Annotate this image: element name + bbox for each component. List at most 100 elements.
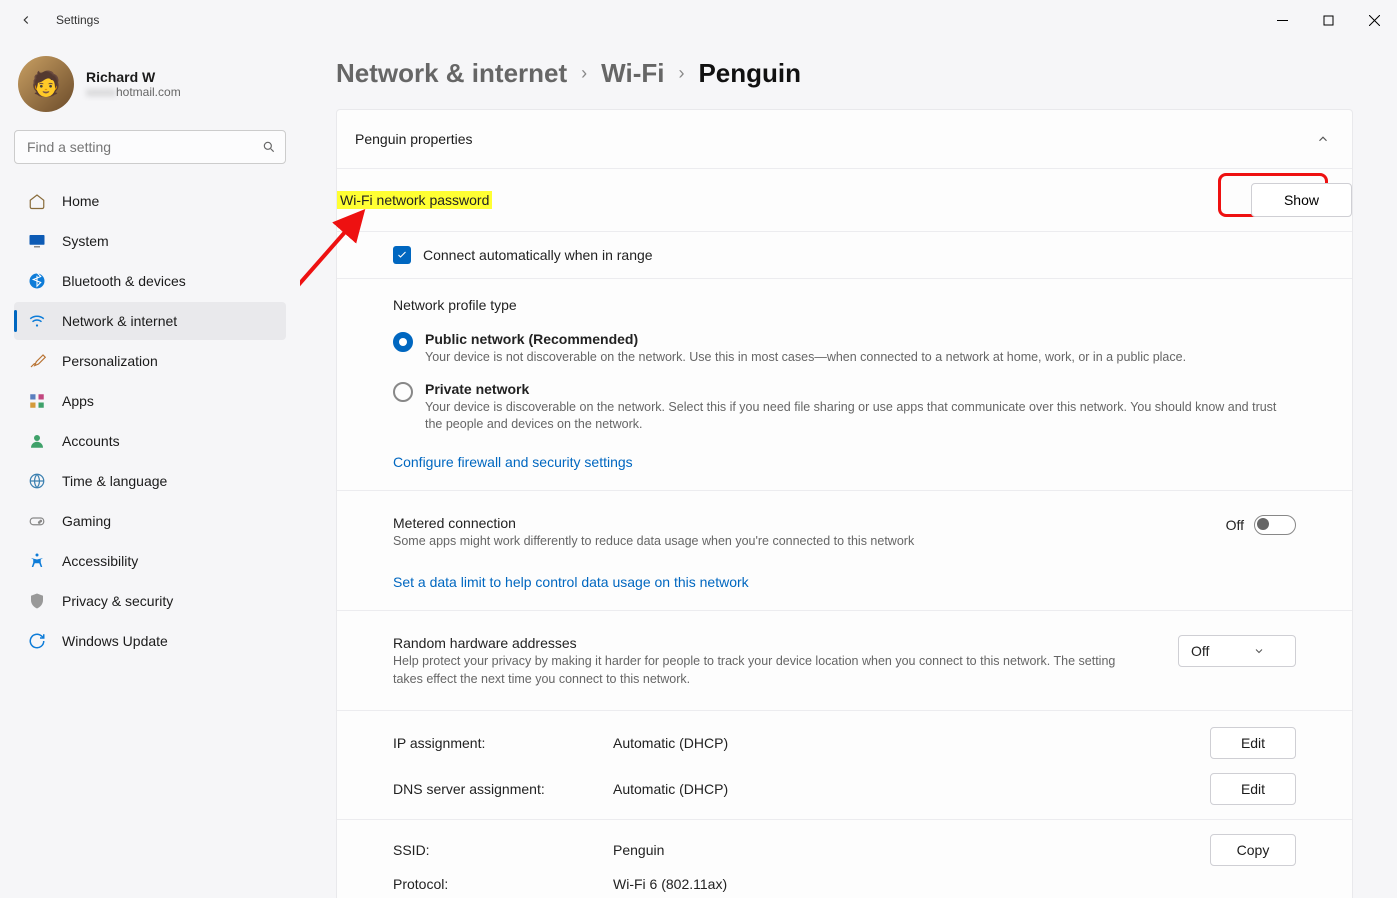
nav-label: Accounts <box>62 433 120 449</box>
person-icon <box>28 432 46 450</box>
protocol-value: Wi-Fi 6 (802.11ax) <box>613 876 1196 892</box>
radio-public[interactable]: Public network (Recommended) Your device… <box>393 331 1296 367</box>
nav-network[interactable]: Network & internet <box>14 302 286 340</box>
nav-label: Bluetooth & devices <box>62 273 186 289</box>
brush-icon <box>28 352 46 370</box>
nav-home[interactable]: Home <box>14 182 286 220</box>
ssid-label: SSID: <box>393 842 613 858</box>
radio-private-input[interactable] <box>393 382 413 402</box>
chevron-right-icon: › <box>678 63 684 85</box>
metered-toggle[interactable] <box>1254 515 1296 535</box>
search-icon <box>262 140 276 154</box>
nav-personalization[interactable]: Personalization <box>14 342 286 380</box>
connect-auto-checkbox[interactable] <box>393 246 411 264</box>
dns-edit-button[interactable]: Edit <box>1210 773 1296 805</box>
radio-public-desc: Your device is not discoverable on the n… <box>425 349 1296 367</box>
breadcrumb-wifi[interactable]: Wi-Fi <box>601 58 664 89</box>
user-email: xxxxxhotmail.com <box>86 85 181 99</box>
accessibility-icon <box>28 552 46 570</box>
ip-value: Automatic (DHCP) <box>613 735 1196 751</box>
dns-value: Automatic (DHCP) <box>613 781 1196 797</box>
details-grid: SSID: Penguin Copy Protocol: Wi-Fi 6 (80… <box>337 820 1352 898</box>
properties-card: Penguin properties Wi-Fi network passwor… <box>336 109 1353 898</box>
radio-private-desc: Your device is discoverable on the netwo… <box>425 399 1296 434</box>
random-hw-desc: Help protect your privacy by making it h… <box>393 653 1148 688</box>
nav-time[interactable]: Time & language <box>14 462 286 500</box>
system-icon <box>28 232 46 250</box>
nav-gaming[interactable]: Gaming <box>14 502 286 540</box>
metered-desc: Some apps might work differently to redu… <box>393 533 1226 551</box>
nav-label: Gaming <box>62 513 111 529</box>
maximize-button[interactable] <box>1305 0 1351 40</box>
bluetooth-icon <box>28 272 46 290</box>
random-hw-select[interactable]: Off <box>1178 635 1296 667</box>
firewall-link[interactable]: Configure firewall and security settings <box>393 454 633 470</box>
breadcrumb-network[interactable]: Network & internet <box>336 58 567 89</box>
ip-edit-button[interactable]: Edit <box>1210 727 1296 759</box>
metered-state: Off <box>1226 517 1244 533</box>
nav-bluetooth[interactable]: Bluetooth & devices <box>14 262 286 300</box>
back-button[interactable] <box>14 8 38 32</box>
nav-label: Network & internet <box>62 313 177 329</box>
ssid-value: Penguin <box>613 842 1196 858</box>
profile-type-heading: Network profile type <box>393 297 1296 313</box>
copy-button[interactable]: Copy <box>1210 834 1296 866</box>
nav-label: Home <box>62 193 99 209</box>
close-button[interactable] <box>1351 0 1397 40</box>
show-password-button[interactable]: Show <box>1251 183 1352 217</box>
update-icon <box>28 632 46 650</box>
chevron-down-icon <box>1253 645 1265 657</box>
nav: Home System Bluetooth & devices Network … <box>14 182 286 660</box>
user-name: Richard W <box>86 69 181 85</box>
ip-label: IP assignment: <box>393 735 613 751</box>
assignment-grid: IP assignment: Automatic (DHCP) Edit DNS… <box>337 711 1352 819</box>
radio-private[interactable]: Private network Your device is discovera… <box>393 381 1296 434</box>
nav-label: Time & language <box>62 473 167 489</box>
radio-public-input[interactable] <box>393 332 413 352</box>
nav-system[interactable]: System <box>14 222 286 260</box>
connect-auto-label: Connect automatically when in range <box>423 247 653 263</box>
window-controls <box>1259 0 1397 40</box>
password-label: Wi-Fi network password <box>337 191 492 209</box>
apps-icon <box>28 392 46 410</box>
nav-label: Accessibility <box>62 553 138 569</box>
nav-privacy[interactable]: Privacy & security <box>14 582 286 620</box>
data-limit-link[interactable]: Set a data limit to help control data us… <box>393 574 749 590</box>
nav-accessibility[interactable]: Accessibility <box>14 542 286 580</box>
properties-header[interactable]: Penguin properties <box>337 110 1352 168</box>
nav-label: Privacy & security <box>62 593 173 609</box>
radio-public-label: Public network (Recommended) <box>425 331 1296 347</box>
protocol-label: Protocol: <box>393 876 613 892</box>
password-row: Wi-Fi network password Show <box>337 169 1352 231</box>
nav-update[interactable]: Windows Update <box>14 622 286 660</box>
nav-label: Apps <box>62 393 94 409</box>
home-icon <box>28 192 46 210</box>
nav-apps[interactable]: Apps <box>14 382 286 420</box>
main-pane: Network & internet › Wi-Fi › Penguin Pen… <box>300 40 1397 898</box>
minimize-button[interactable] <box>1259 0 1305 40</box>
nav-accounts[interactable]: Accounts <box>14 422 286 460</box>
properties-title: Penguin properties <box>355 131 473 147</box>
nav-label: Personalization <box>62 353 158 369</box>
metered-heading: Metered connection <box>393 515 1226 531</box>
nav-label: System <box>62 233 109 249</box>
user-block[interactable]: 🧑 Richard W xxxxxhotmail.com <box>14 52 286 130</box>
gaming-icon <box>28 512 46 530</box>
dns-label: DNS server assignment: <box>393 781 613 797</box>
globe-icon <box>28 472 46 490</box>
random-hw-heading: Random hardware addresses <box>393 635 1148 651</box>
random-hw-value: Off <box>1191 643 1209 659</box>
window-title: Settings <box>56 13 99 27</box>
profile-type-section: Network profile type Public network (Rec… <box>337 279 1352 490</box>
chevron-right-icon: › <box>581 63 587 85</box>
radio-private-label: Private network <box>425 381 1296 397</box>
chevron-up-icon <box>1316 132 1330 146</box>
shield-icon <box>28 592 46 610</box>
breadcrumb: Network & internet › Wi-Fi › Penguin <box>336 58 1353 89</box>
nav-label: Windows Update <box>62 633 168 649</box>
connect-auto-row[interactable]: Connect automatically when in range <box>337 232 1352 278</box>
metered-section: Metered connection Some apps might work … <box>337 491 1352 611</box>
sidebar: 🧑 Richard W xxxxxhotmail.com Home System… <box>0 40 300 898</box>
search-input[interactable] <box>14 130 286 164</box>
titlebar: Settings <box>0 0 1397 40</box>
